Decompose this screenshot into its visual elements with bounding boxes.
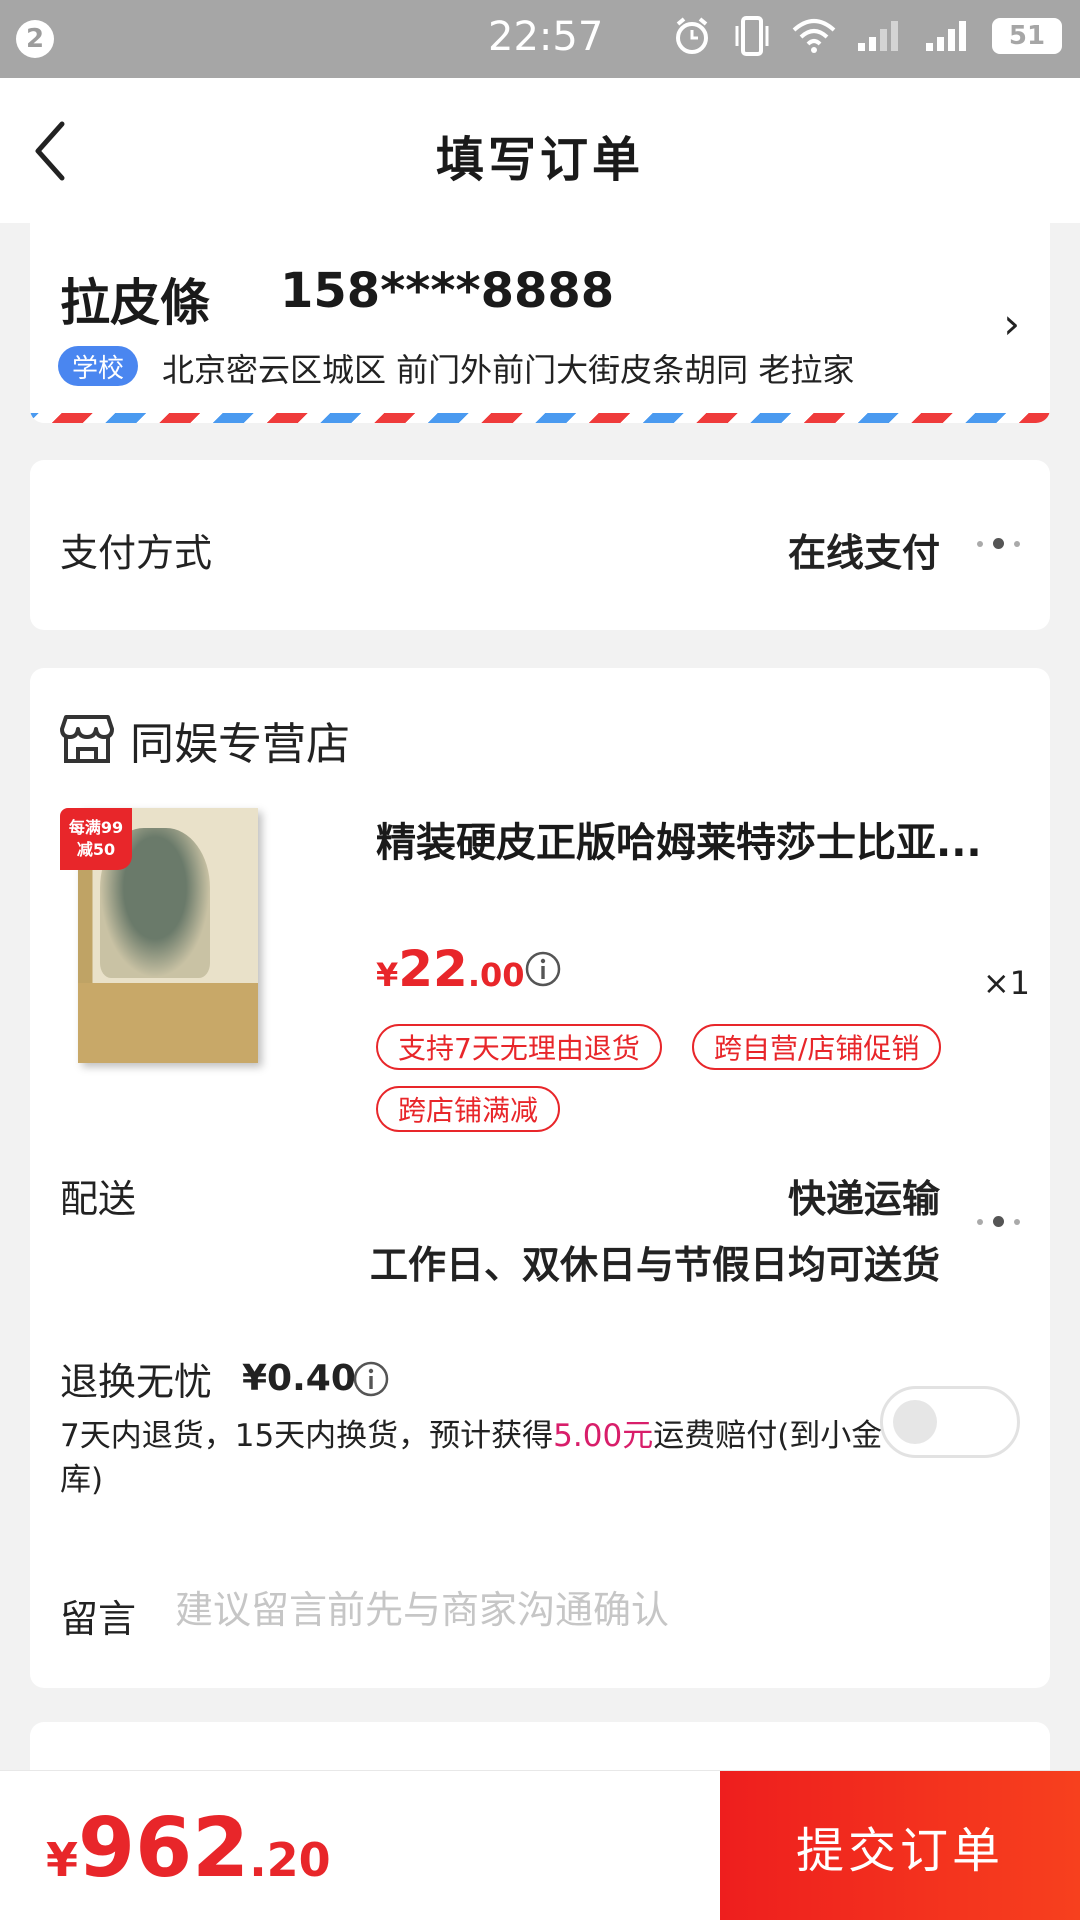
shop-order-card: 同娱专营店 每满99 减50 精装硬皮正版哈姆莱特莎士比亚... ¥22.00 …: [30, 668, 1050, 1688]
promo-badge: 每满99 减50: [60, 808, 132, 870]
airmail-stripe-divider: [30, 413, 1050, 423]
battery-icon: 51: [992, 18, 1062, 54]
header: 填写订单: [0, 78, 1080, 223]
address-tag-badge: 学校: [58, 346, 139, 386]
promo-badge-line2: 减50: [76, 840, 116, 859]
message-label: 留言: [60, 1597, 137, 1641]
product-quantity: ×1: [982, 964, 1030, 1002]
delivery-label: 配送: [60, 1177, 137, 1221]
info-icon[interactable]: [352, 1360, 390, 1398]
status-icons: 51: [672, 14, 1062, 58]
toggle-knob: [893, 1400, 937, 1444]
return-desc-text: 7天内退货，15天内换货，预计获得: [60, 1418, 554, 1454]
service-tag[interactable]: 跨店铺满减: [376, 1086, 561, 1132]
delivery-method[interactable]: 快递运输: [788, 1168, 940, 1223]
total-currency: ¥: [46, 1833, 79, 1887]
notification-count-badge: 2: [16, 20, 54, 58]
info-icon[interactable]: [524, 950, 562, 988]
return-service-description: 7天内退货，15天内换货，预计获得5.00元运费赔付(到小金库): [60, 1414, 920, 1502]
wifi-icon: [792, 19, 836, 53]
submit-order-button[interactable]: 提交订单: [720, 1771, 1080, 1920]
signal-icon: [926, 21, 966, 51]
recipient-name: 拉皮條: [60, 274, 210, 332]
shop-name[interactable]: 同娱专营店: [130, 708, 350, 772]
bottom-bar: ¥962.20 提交订单: [0, 1770, 1080, 1920]
payment-method-label: 支付方式: [60, 531, 213, 575]
service-tag[interactable]: 支持7天无理由退货: [376, 1024, 662, 1070]
return-desc-highlight: 5.00元: [553, 1418, 654, 1454]
address-card[interactable]: 拉皮條 158****8888 学校 北京密云区城区 前门外前门大街皮条胡同 老…: [30, 223, 1050, 423]
total-decimal: .20: [249, 1833, 331, 1887]
more-dots-icon[interactable]: [977, 1216, 1020, 1227]
product-price: ¥22.00: [376, 940, 525, 998]
chevron-right-icon[interactable]: ›: [1003, 299, 1020, 348]
order-total: ¥962.20: [46, 1801, 331, 1896]
alarm-icon: [676, 17, 708, 54]
recipient-phone: 158****8888: [280, 263, 615, 319]
store-icon: [60, 715, 114, 763]
message-input[interactable]: [175, 1582, 995, 1638]
status-bar: 2 22:57 51: [0, 0, 1080, 78]
delivery-schedule[interactable]: 工作日、双休日与节假日均可送货: [370, 1234, 940, 1289]
return-service-toggle[interactable]: [880, 1386, 1020, 1458]
price-currency: ¥: [376, 956, 399, 994]
price-integer: 22: [398, 940, 468, 998]
price-decimal: .00: [467, 956, 525, 994]
return-service-label: 退换无忧: [60, 1360, 213, 1404]
payment-method-row[interactable]: 支付方式 在线支付: [30, 460, 1050, 630]
promo-badge-line1: 每满99: [68, 818, 124, 837]
service-tag[interactable]: 跨自营/店铺促销: [692, 1024, 942, 1070]
return-service-price: ¥0.40: [242, 1358, 356, 1399]
book-cover-band: [78, 983, 258, 1063]
vibrate-icon: [735, 16, 769, 56]
address-text: 北京密云区城区 前门外前门大街皮条胡同 老拉家: [162, 351, 855, 389]
product-title[interactable]: 精装硬皮正版哈姆莱特莎士比亚...: [376, 810, 1016, 868]
payment-method-value: 在线支付: [787, 531, 940, 575]
more-dots-icon[interactable]: [977, 538, 1020, 549]
signal-icon: [858, 21, 898, 51]
page-title: 填写订单: [435, 132, 644, 188]
status-time: 22:57: [488, 14, 604, 60]
product-image[interactable]: 每满99 减50: [60, 808, 290, 1068]
total-integer: 962: [78, 1801, 250, 1896]
